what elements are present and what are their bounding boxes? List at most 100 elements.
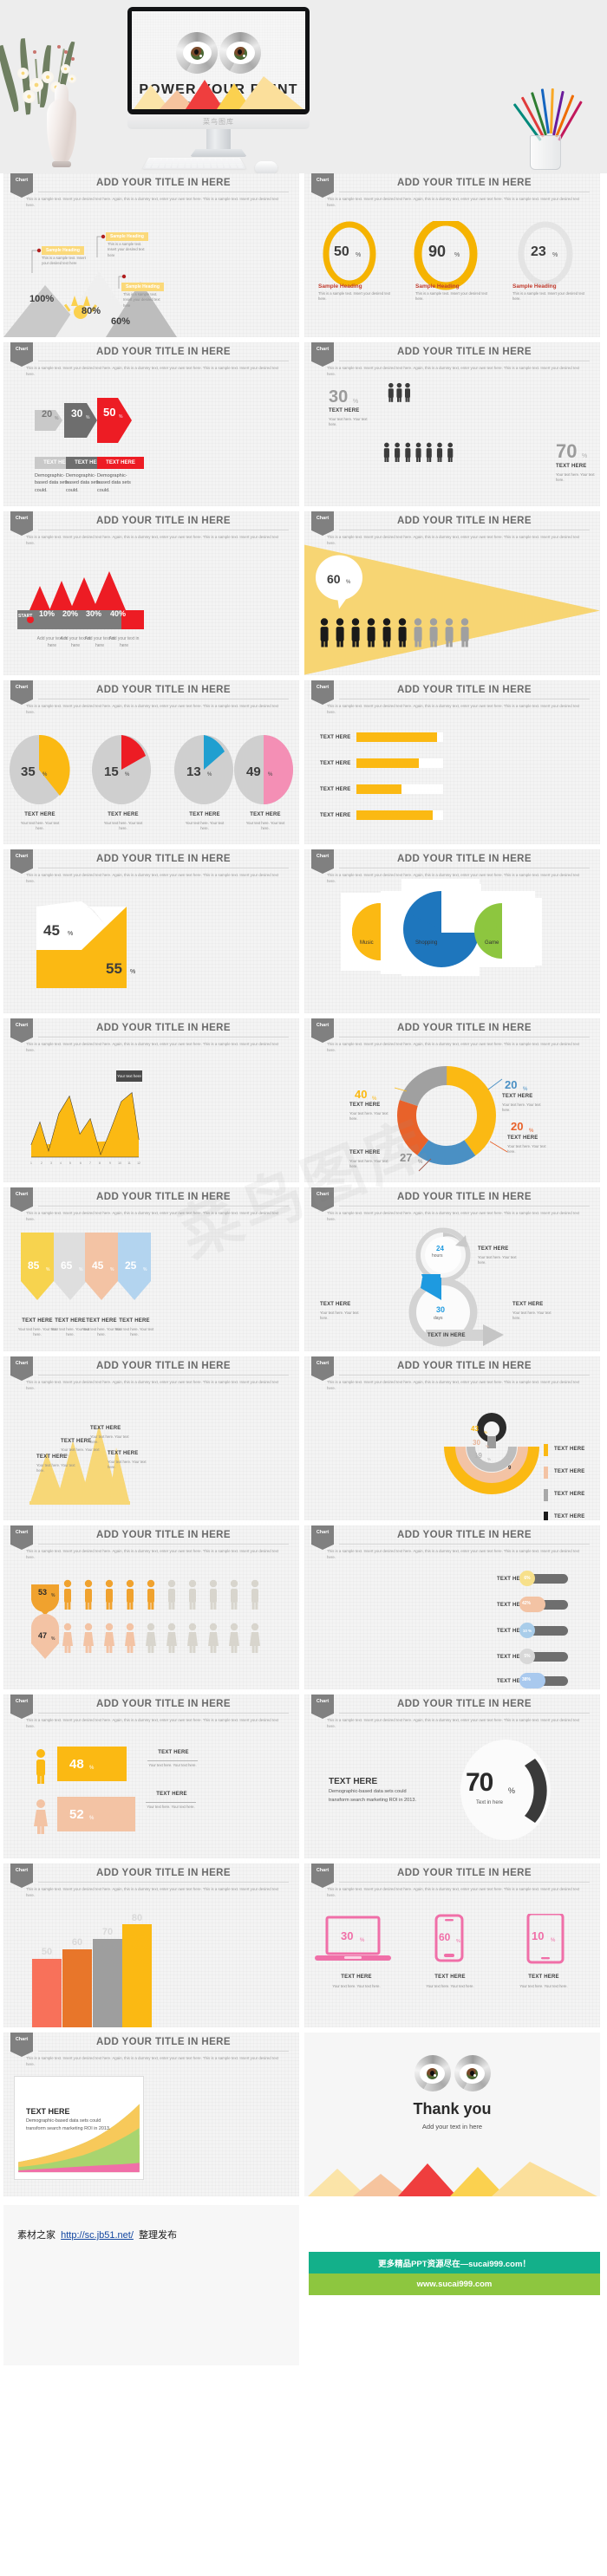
- cycle-graphic: [408, 1227, 504, 1347]
- slide-three-rings[interactable]: Chart ADD YOUR TITLE IN HERE This is a s…: [304, 173, 600, 337]
- svg-text:11: 11: [127, 1161, 131, 1165]
- slide-title: ADD YOUR TITLE IN HERE: [397, 1192, 532, 1202]
- people-label-2: TEXT HERE: [556, 464, 587, 469]
- arrow-unit-2: %: [86, 415, 90, 420]
- area-value-upper: 45: [43, 922, 60, 939]
- mountains-graphic: [308, 2162, 597, 2196]
- footer-link[interactable]: http://sc.jb51.net/: [61, 2230, 134, 2241]
- pie-caption-3: Your text here. Your text here.: [185, 821, 225, 831]
- slide-body: This is a sample text. Insert your desir…: [26, 704, 279, 715]
- legend-label-1: TEXT HERE: [554, 1447, 585, 1452]
- slide-thank-you[interactable]: Thank you Add your text in here: [304, 2033, 600, 2196]
- mtn-caption-4: Your text here. Your text here.: [108, 1460, 147, 1470]
- slider-knob-1[interactable]: 6%: [519, 1571, 535, 1586]
- slider-knob-5[interactable]: 38%: [522, 1677, 531, 1682]
- device-caption-1: Your text here. Your text here.: [332, 1984, 381, 1988]
- cycle-node-value-1: 24: [436, 1245, 444, 1252]
- slide-column-bars[interactable]: Chart ADD YOUR TITLE IN HERE This is a s…: [3, 1864, 299, 2027]
- legend-label-4: TEXT HERE: [554, 1514, 585, 1519]
- cycle-bottom-label: TEXT IN HERE: [428, 1333, 466, 1338]
- slide-title: ADD YOUR TITLE IN HERE: [397, 178, 532, 188]
- slide-progress-arrows[interactable]: Chart ADD YOUR TITLE IN HERE This is a s…: [3, 511, 299, 675]
- title-rule: [339, 1037, 590, 1038]
- semicircle-graphic: [444, 1413, 539, 1494]
- pennant-shapes: [21, 1233, 151, 1300]
- cycle-label-1: TEXT HERE: [478, 1246, 509, 1252]
- slide-mountain-area-line[interactable]: Chart ADD YOUR TITLE IN HERE This is a s…: [3, 1018, 299, 1182]
- slide-funnel-people[interactable]: Chart ADD YOUR TITLE IN HERE This is a s…: [304, 511, 600, 675]
- svg-text:3: 3: [50, 1161, 52, 1165]
- seventy-value: 70: [466, 1768, 493, 1797]
- slide-pennant-four[interactable]: Chart ADD YOUR TITLE IN HERE This is a s…: [3, 1187, 299, 1351]
- slide-title: ADD YOUR TITLE IN HERE: [96, 1361, 231, 1371]
- thank-you-title: Thank you: [413, 2100, 492, 2117]
- donut-unit-1: %: [372, 1096, 377, 1102]
- slide-semicircle-stack[interactable]: Chart ADD YOUR TITLE IN HERE This is a s…: [304, 1356, 600, 1520]
- title-rule: [38, 1206, 289, 1207]
- slide-title: ADD YOUR TITLE IN HERE: [397, 1023, 532, 1033]
- hbar-fill-2: [356, 758, 419, 768]
- slide-device-stats[interactable]: Chart ADD YOUR TITLE IN HERE This is a s…: [304, 1864, 600, 2027]
- keyboard: [142, 157, 246, 169]
- slide-three-pie-cards[interactable]: Chart ADD YOUR TITLE IN HERE This is a s…: [304, 849, 600, 1013]
- arrow-unit-1: %: [55, 416, 59, 421]
- column-value-3: 70: [101, 1927, 114, 1937]
- slider-knob-3[interactable]: 10 %: [519, 1623, 535, 1638]
- pie-value-3: 13: [186, 764, 201, 779]
- slide-title: ADD YOUR TITLE IN HERE: [96, 1699, 231, 1709]
- hbar-fill-4: [356, 810, 433, 820]
- slide-area-split[interactable]: Chart ADD YOUR TITLE IN HERE This is a s…: [3, 849, 299, 1013]
- slide-title: ADD YOUR TITLE IN HERE: [397, 1361, 532, 1371]
- slide-mountains-labels[interactable]: Chart ADD YOUR TITLE IN HERE This is a s…: [3, 1356, 299, 1520]
- slide-arrow-steps[interactable]: Chart ADD YOUR TITLE IN HERE This is a s…: [3, 342, 299, 506]
- donut-label-4: TEXT HERE: [349, 1150, 381, 1155]
- pennant-label-3: TEXT HERE: [86, 1318, 117, 1324]
- semi-value-2: 30: [473, 1439, 480, 1447]
- title-rule: [339, 1375, 590, 1376]
- monitor-stand: [206, 129, 231, 152]
- device-value-2: 60: [439, 1931, 451, 1943]
- ring-unit-2: %: [454, 252, 460, 258]
- step-value-3: 30%: [86, 609, 102, 618]
- slide-people-split[interactable]: Chart ADD YOUR TITLE IN HERE This is a s…: [304, 342, 600, 506]
- promo-band-bottom[interactable]: www.sucai999.com: [309, 2274, 600, 2295]
- slide-gender-bars[interactable]: Chart ADD YOUR TITLE IN HERE This is a s…: [3, 1695, 299, 1858]
- slide-body: This is a sample text. Insert your desir…: [26, 2056, 279, 2067]
- slider-knob-2[interactable]: 42%: [522, 1601, 531, 1606]
- arrow-value-3: 50: [103, 406, 116, 419]
- slide-donut-four[interactable]: Chart ADD YOUR TITLE IN HERE This is a s…: [304, 1018, 600, 1182]
- slide-body: This is a sample text. Insert your desir…: [26, 1211, 279, 1222]
- mtn-caption-3: Your text here. Your text here.: [90, 1434, 129, 1445]
- monitor-screen: POWER YOUR POINT Add your text in here: [132, 11, 305, 109]
- callout-heading-2: Sample Heading: [106, 232, 148, 241]
- slider-knob-4[interactable]: 5%: [519, 1649, 535, 1664]
- slide-big-seventy[interactable]: Chart ADD YOUR TITLE IN HERE This is a s…: [304, 1695, 600, 1858]
- slide-four-pies[interactable]: Chart ADD YOUR TITLE IN HERE This is a s…: [3, 680, 299, 844]
- cycle-caption-1: Your text here. Your text here.: [478, 1255, 517, 1265]
- slide-body: This is a sample text. Insert your desir…: [26, 1380, 279, 1391]
- slide-row: Chart ADD YOUR TITLE IN HERE This is a s…: [0, 1187, 607, 1356]
- slide-slider-bars[interactable]: Chart ADD YOUR TITLE IN HERE This is a s…: [304, 1525, 600, 1689]
- slide-title: ADD YOUR TITLE IN HERE: [96, 685, 231, 695]
- ring-value-2: 90: [428, 243, 447, 260]
- slide-horizontal-bars[interactable]: Chart ADD YOUR TITLE IN HERE This is a s…: [304, 680, 600, 844]
- slide-row: Chart ADD YOUR TITLE IN HERE This is a s…: [0, 1356, 607, 1525]
- pennant-value-1: 85: [28, 1259, 40, 1272]
- slide-cycle-diagram[interactable]: Chart ADD YOUR TITLE IN HERE This is a s…: [304, 1187, 600, 1351]
- ring-caption-1: This is a sample text. Insert your desir…: [318, 291, 391, 302]
- slide-body: This is a sample text. Insert your desir…: [327, 1887, 580, 1898]
- slide-row: Chart ADD YOUR TITLE IN HERE This is a s…: [0, 1864, 607, 2033]
- slide-title: ADD YOUR TITLE IN HERE: [397, 1699, 532, 1709]
- gender-label-1: TEXT HERE: [158, 1750, 189, 1755]
- slide-row: Chart ADD YOUR TITLE IN HERE This is a s…: [0, 2033, 607, 2202]
- step-value-1: 10%: [39, 609, 55, 618]
- slide-people-rows[interactable]: Chart ADD YOUR TITLE IN HERE This is a s…: [3, 1525, 299, 1689]
- growth-description: Demographic-based data sets could transf…: [26, 2118, 111, 2132]
- device-label-3: TEXT HERE: [528, 1974, 559, 1980]
- title-rule: [339, 1206, 590, 1207]
- hbar-fill-3: [356, 784, 401, 794]
- donut-label-2: TEXT HERE: [502, 1094, 533, 1099]
- slide-mountain-callouts[interactable]: Chart ADD YOUR TITLE IN HERE This is a s…: [3, 173, 299, 337]
- slide-stacked-growth[interactable]: Chart ADD YOUR TITLE IN HERE This is a s…: [3, 2033, 299, 2196]
- promo-band-top[interactable]: 更多精品PPT资源尽在—sucai999.com！: [309, 2252, 600, 2274]
